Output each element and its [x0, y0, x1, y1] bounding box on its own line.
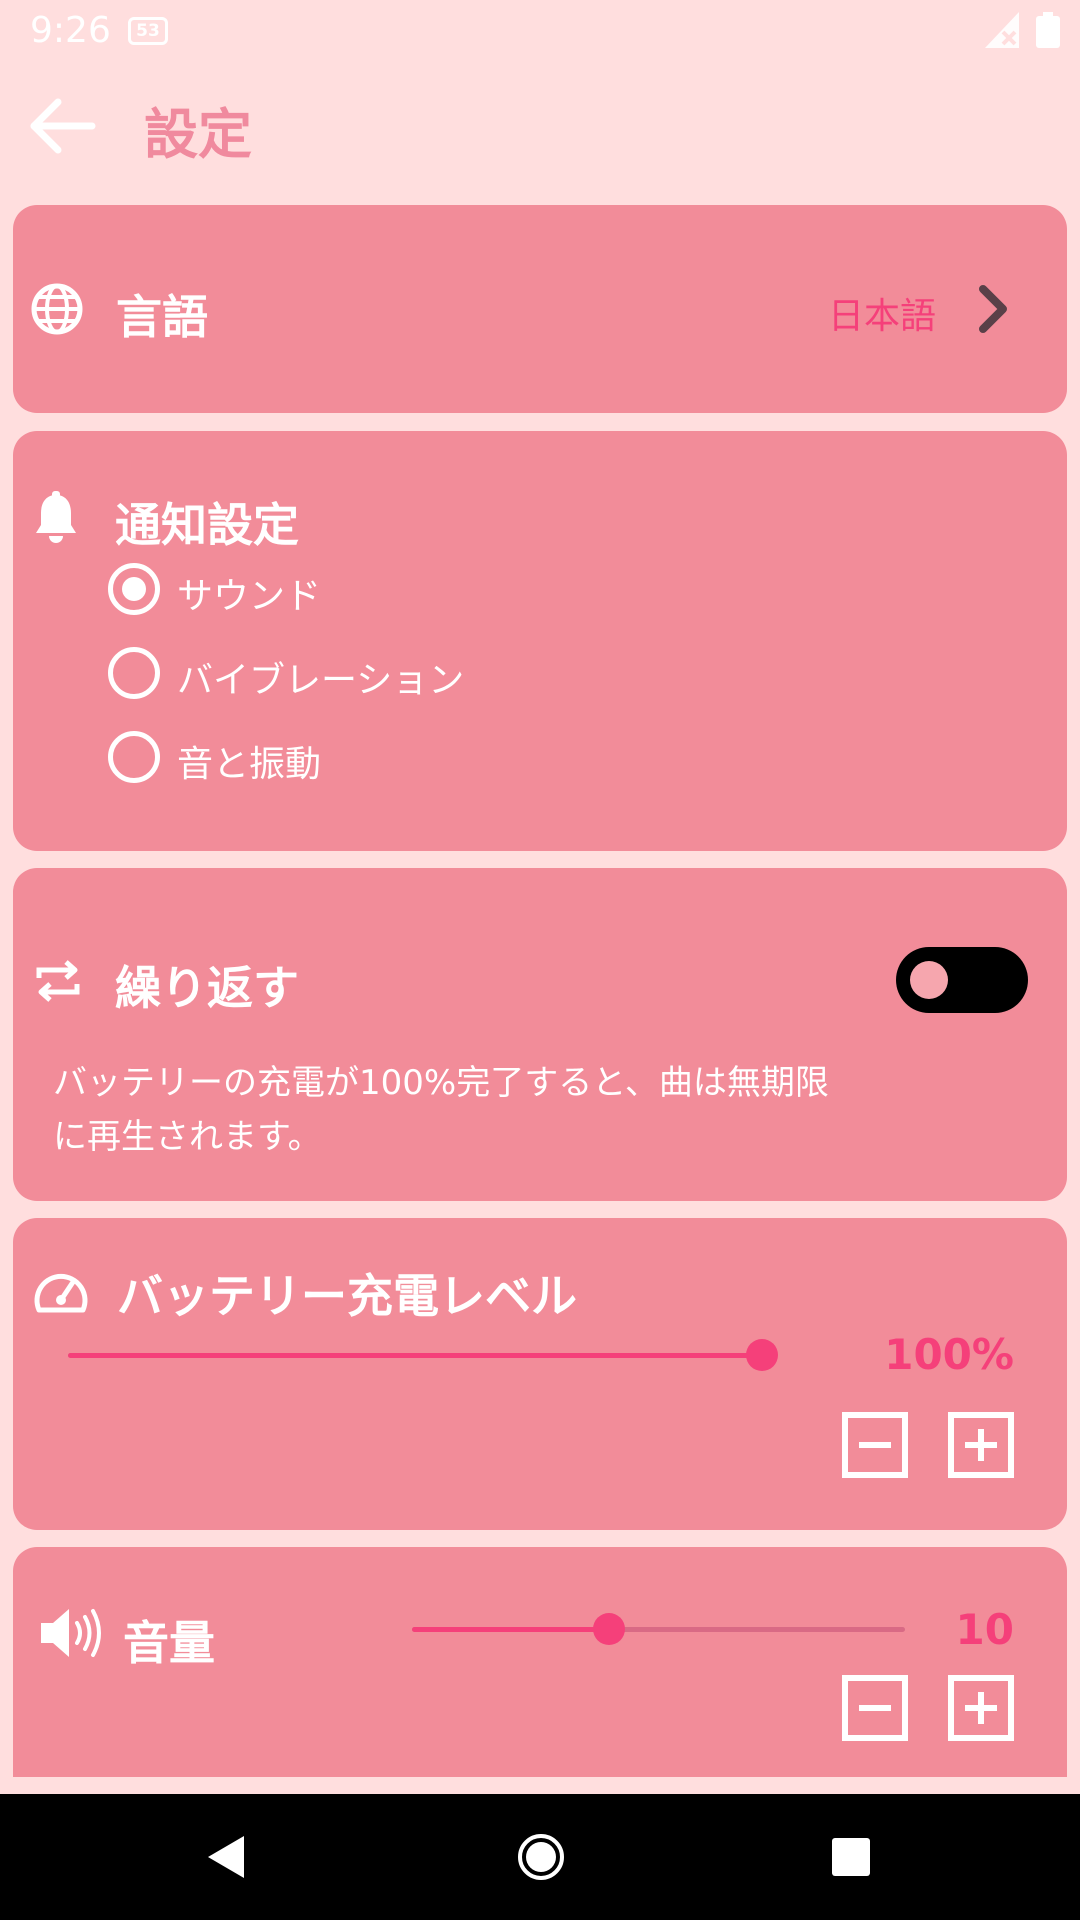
notification-card: 通知設定 サウンド バイブレーション 音と振動: [13, 431, 1067, 851]
battery-increase-button[interactable]: [948, 1412, 1014, 1478]
status-badge: 53: [128, 17, 168, 45]
option-sound-and-vibration-label: 音と振動: [177, 744, 322, 785]
chevron-right-icon[interactable]: [973, 283, 1013, 335]
repeat-description-line1: バッテリーの充電が100%完了すると、曲は無期限: [53, 1063, 829, 1103]
volume-slider-thumb[interactable]: [593, 1613, 626, 1645]
nav-recents-icon[interactable]: [831, 1836, 871, 1878]
bell-icon: [36, 491, 76, 543]
option-vibration-label: バイブレーション: [177, 660, 465, 701]
navigation-bar: [0, 1794, 1080, 1920]
app-bar: 設定: [0, 64, 1080, 188]
radio-sound[interactable]: [108, 563, 160, 615]
volume-slider[interactable]: [412, 1613, 905, 1645]
minus-icon: [859, 1442, 891, 1448]
battery-level-title: バッテリー充電レベル: [117, 1269, 577, 1323]
signal-off-icon: [985, 12, 1019, 48]
plus-icon-v: [978, 1692, 984, 1724]
repeat-description-line2: に再生されます。: [53, 1117, 322, 1157]
repeat-card: 繰り返す バッテリーの充電が100%完了すると、曲は無期限 に再生されます。: [13, 868, 1067, 1201]
speedometer-icon: [34, 1273, 88, 1313]
battery-decrease-button[interactable]: [842, 1412, 908, 1478]
page-title: 設定: [144, 103, 252, 166]
nav-home-icon[interactable]: [516, 1832, 566, 1882]
volume-value: 10: [955, 1605, 1014, 1654]
status-time: 9:26: [30, 10, 111, 51]
radio-sound-and-vibration[interactable]: [108, 731, 160, 783]
volume-slider-fill: [412, 1627, 610, 1632]
volume-title: 音量: [123, 1616, 215, 1670]
nav-back-icon[interactable]: [206, 1834, 246, 1880]
volume-decrease-button[interactable]: [842, 1675, 908, 1741]
battery-level-card: バッテリー充電レベル 100%: [13, 1218, 1067, 1530]
battery-icon: [1036, 12, 1060, 48]
globe-icon: [31, 283, 83, 335]
toggle-knob: [910, 961, 948, 999]
repeat-description: バッテリーの充電が100%完了すると、曲は無期限 に再生されます。: [53, 1056, 829, 1164]
language-label: 言語: [116, 290, 208, 344]
option-sound-label: サウンド: [177, 576, 322, 617]
repeat-title: 繰り返す: [115, 961, 299, 1015]
battery-slider[interactable]: [68, 1339, 778, 1371]
radio-vibration[interactable]: [108, 647, 160, 699]
battery-slider-thumb[interactable]: [746, 1339, 778, 1371]
back-arrow-icon[interactable]: [28, 96, 98, 156]
minus-icon: [859, 1705, 891, 1711]
notification-title: 通知設定: [115, 498, 299, 552]
volume-increase-button[interactable]: [948, 1675, 1014, 1741]
repeat-toggle[interactable]: [896, 947, 1028, 1013]
repeat-icon: [36, 960, 80, 1002]
status-bar: 9:26 53: [0, 0, 1080, 64]
speaker-icon: [41, 1609, 101, 1657]
volume-card: 音量 10: [13, 1547, 1067, 1777]
language-value[interactable]: 日本語: [828, 287, 936, 339]
language-card[interactable]: 言語 日本語: [13, 205, 1067, 413]
battery-level-value: 100%: [884, 1330, 1014, 1379]
plus-icon-v: [978, 1429, 984, 1461]
battery-slider-fill: [68, 1353, 762, 1358]
